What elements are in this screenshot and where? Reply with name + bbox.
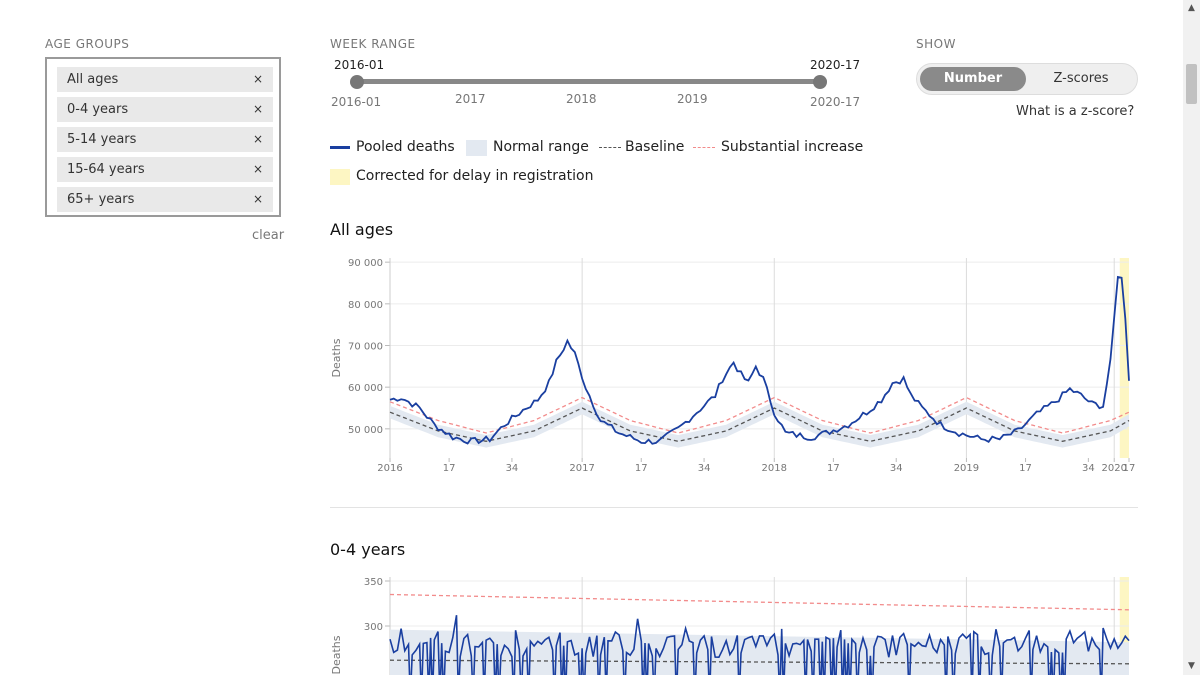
triangle-up-icon[interactable]: ▲ xyxy=(1183,0,1200,17)
substantial-increase-line xyxy=(389,593,1130,611)
y-tick-label: 300 xyxy=(364,622,383,633)
y-tick-label: 350 xyxy=(364,577,383,588)
scrollbar-thumb[interactable] xyxy=(1186,64,1197,104)
y-axis-label: Deaths xyxy=(330,635,343,674)
chart-0-4-years: 300 350 Deaths xyxy=(330,577,1130,675)
triangle-down-icon[interactable]: ▼ xyxy=(1183,658,1200,675)
